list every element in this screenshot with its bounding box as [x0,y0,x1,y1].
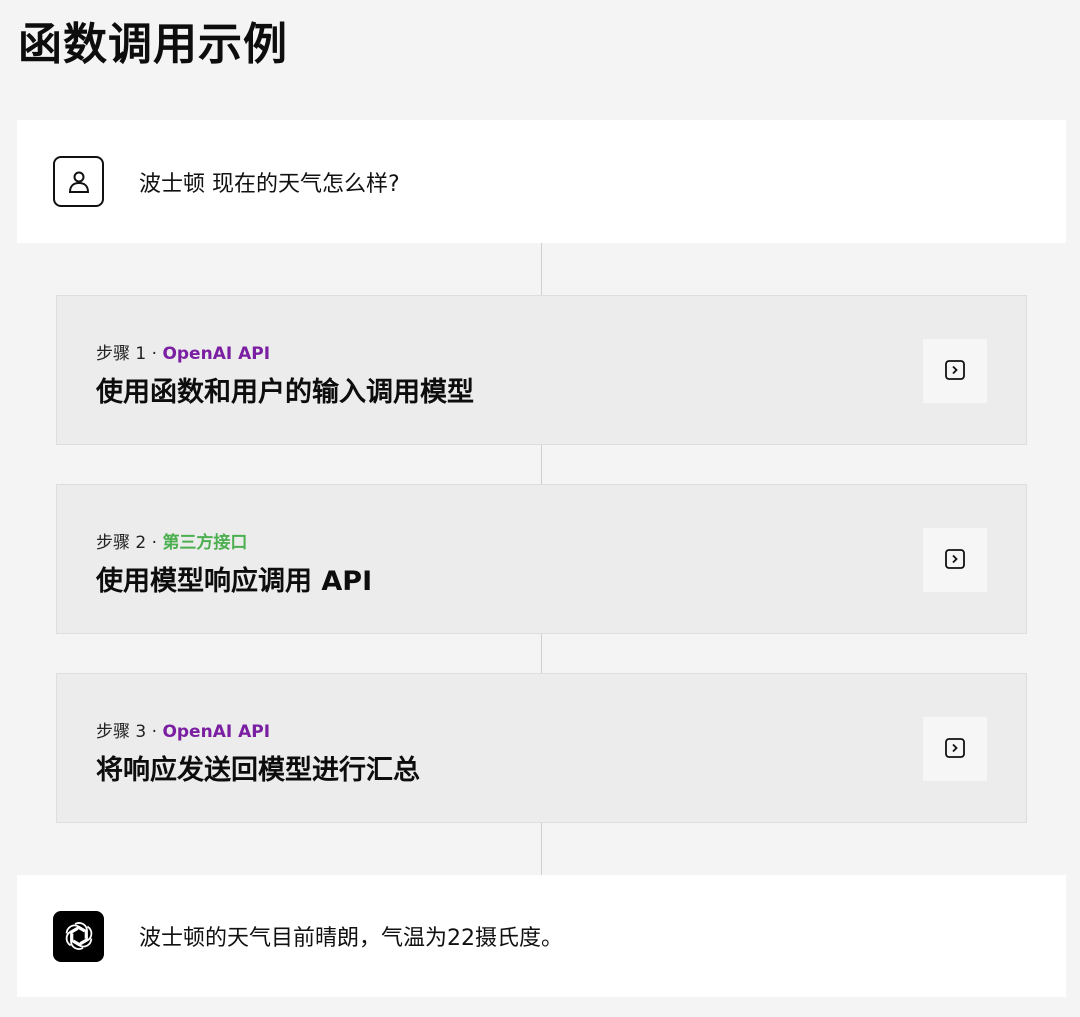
step-label: 步骤 2 · [96,533,163,553]
step-meta: 步骤 1 · OpenAI API [96,339,270,364]
flow-connector [541,823,542,875]
step-meta: 步骤 3 · OpenAI API [96,717,270,742]
flow-connector [541,445,542,485]
step-card-3: 步骤 3 · OpenAI API 将响应发送回模型进行汇总 [56,673,1027,823]
openai-logo-icon [53,910,104,962]
step-expand-button[interactable] [923,528,987,592]
step-title: 使用模型响应调用 API [96,566,373,597]
step-source: OpenAI API [162,722,271,742]
step-card-1: 步骤 1 · OpenAI API 使用函数和用户的输入调用模型 [56,295,1027,445]
user-icon [53,156,104,207]
page-title: 函数调用示例 [18,19,288,70]
step-title: 将响应发送回模型进行汇总 [96,755,420,786]
function-calling-example-page: 函数调用示例 波士顿 现在的天气怎么样? 步骤 1 · OpenAI API 使… [0,0,1080,1017]
flow-connector [541,634,542,674]
step-expand-button[interactable] [923,339,987,403]
expand-chevron-icon [944,359,966,384]
step-label: 步骤 3 · [96,722,163,742]
step-source: 第三方接口 [162,533,248,553]
user-message-card: 波士顿 现在的天气怎么样? [17,120,1066,243]
step-meta: 步骤 2 · 第三方接口 [96,528,247,553]
step-expand-button[interactable] [923,717,987,781]
step-source: OpenAI API [162,344,271,364]
expand-chevron-icon [944,737,966,762]
assistant-message-text: 波士顿的天气目前晴朗，气温为22摄氏度。 [139,926,563,951]
step-card-2: 步骤 2 · 第三方接口 使用模型响应调用 API [56,484,1027,634]
flow-connector [541,243,542,295]
step-label: 步骤 1 · [96,344,163,364]
assistant-message-card: 波士顿的天气目前晴朗，气温为22摄氏度。 [17,875,1066,997]
step-title: 使用函数和用户的输入调用模型 [96,377,474,408]
expand-chevron-icon [944,548,966,573]
user-message-text: 波士顿 现在的天气怎么样? [139,171,400,197]
